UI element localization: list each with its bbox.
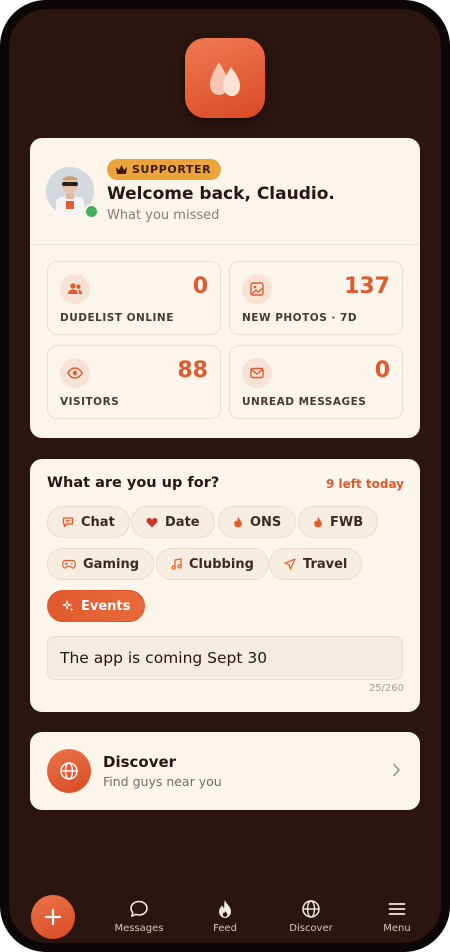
nav-menu[interactable]: Menu <box>357 899 437 934</box>
stat-label: VISITORS <box>60 396 120 408</box>
discover-card[interactable]: Discover Find guys near you <box>30 732 420 810</box>
up-for-title: What are you up for? <box>47 475 220 491</box>
stat-new-photos[interactable]: 137 NEW PHOTOS · 7D <box>229 261 403 335</box>
nav-messages[interactable]: Messages <box>99 899 179 934</box>
flame-icon <box>234 516 242 528</box>
discover-title: Discover <box>103 753 177 771</box>
nav-menu-label: Menu <box>383 923 411 934</box>
phone-frame: SUPPORTER Welcome back, Claudio. What yo… <box>0 0 450 952</box>
stat-value: 137 <box>344 274 390 299</box>
stat-label: DUDELIST ONLINE <box>60 312 174 324</box>
supporter-badge: SUPPORTER <box>107 159 222 180</box>
chip-label: Travel <box>303 556 348 572</box>
flame-icon <box>314 516 322 528</box>
chip-label: FWB <box>330 514 364 530</box>
stat-value: 0 <box>192 274 208 299</box>
chat-bubble-icon <box>130 900 148 917</box>
online-status-dot <box>84 204 99 219</box>
nav-feed-label: Feed <box>213 923 237 934</box>
eye-icon <box>60 358 90 388</box>
globe-icon <box>302 900 320 918</box>
app-screen: SUPPORTER Welcome back, Claudio. What yo… <box>9 9 441 943</box>
chip-ons[interactable]: ONS <box>218 506 297 538</box>
mail-icon <box>242 358 272 388</box>
stat-visitors[interactable]: 88 VISITORS <box>47 345 221 419</box>
chip-chat[interactable]: Chat <box>47 506 130 538</box>
welcome-subtitle: What you missed <box>107 208 220 223</box>
chip-label: Clubbing <box>189 556 254 572</box>
chip-label: ONS <box>250 514 282 530</box>
heart-icon <box>146 517 158 527</box>
nav-messages-label: Messages <box>114 923 164 934</box>
chip-label: Events <box>81 598 131 614</box>
stat-value: 0 <box>374 358 390 383</box>
plus-icon <box>44 908 62 926</box>
chat-icon <box>62 517 74 528</box>
image-icon <box>242 274 272 304</box>
hamburger-menu-icon <box>388 903 406 915</box>
sparkle-icon <box>62 600 74 612</box>
crown-icon <box>116 165 127 174</box>
stat-value: 88 <box>177 358 208 383</box>
remaining-count: 9 left today <box>325 477 404 491</box>
app-logo <box>185 38 265 118</box>
chip-label: Gaming <box>83 556 140 572</box>
stat-dudelist-online[interactable]: 0 DUDELIST ONLINE <box>47 261 221 335</box>
stat-label: UNREAD MESSAGES <box>242 396 367 408</box>
stat-unread-messages[interactable]: 0 UNREAD MESSAGES <box>229 345 403 419</box>
discover-subtitle: Find guys near you <box>103 774 222 789</box>
chip-travel[interactable]: Travel <box>269 548 363 580</box>
create-post-button[interactable] <box>31 895 75 939</box>
status-input[interactable] <box>47 636 403 680</box>
nav-feed[interactable]: Feed <box>185 899 265 934</box>
plane-icon <box>284 558 296 570</box>
globe-icon <box>47 749 91 793</box>
stat-label: NEW PHOTOS · 7D <box>242 312 358 324</box>
gamepad-icon <box>62 559 76 569</box>
users-icon <box>60 274 90 304</box>
chip-fwb[interactable]: FWB <box>298 506 379 538</box>
nav-discover[interactable]: Discover <box>271 899 351 934</box>
welcome-title: Welcome back, Claudio. <box>107 184 335 204</box>
supporter-badge-label: SUPPORTER <box>132 163 212 176</box>
chip-label: Date <box>165 514 200 530</box>
chevron-right-icon <box>392 762 401 781</box>
chip-events[interactable]: Events <box>47 590 146 622</box>
chip-clubbing[interactable]: Clubbing <box>156 548 269 580</box>
up-for-card: What are you up for? 9 left today Chat D… <box>30 459 420 712</box>
flame-icon <box>219 900 231 918</box>
welcome-card: SUPPORTER Welcome back, Claudio. What yo… <box>30 138 420 438</box>
nav-discover-label: Discover <box>289 923 333 934</box>
chip-date[interactable]: Date <box>131 506 215 538</box>
chip-gaming[interactable]: Gaming <box>47 548 155 580</box>
chip-label: Chat <box>81 514 115 530</box>
drops-logo-icon <box>210 62 240 96</box>
character-count: 25/260 <box>368 683 404 694</box>
music-icon <box>171 558 182 570</box>
welcome-header: SUPPORTER Welcome back, Claudio. What yo… <box>30 138 420 245</box>
